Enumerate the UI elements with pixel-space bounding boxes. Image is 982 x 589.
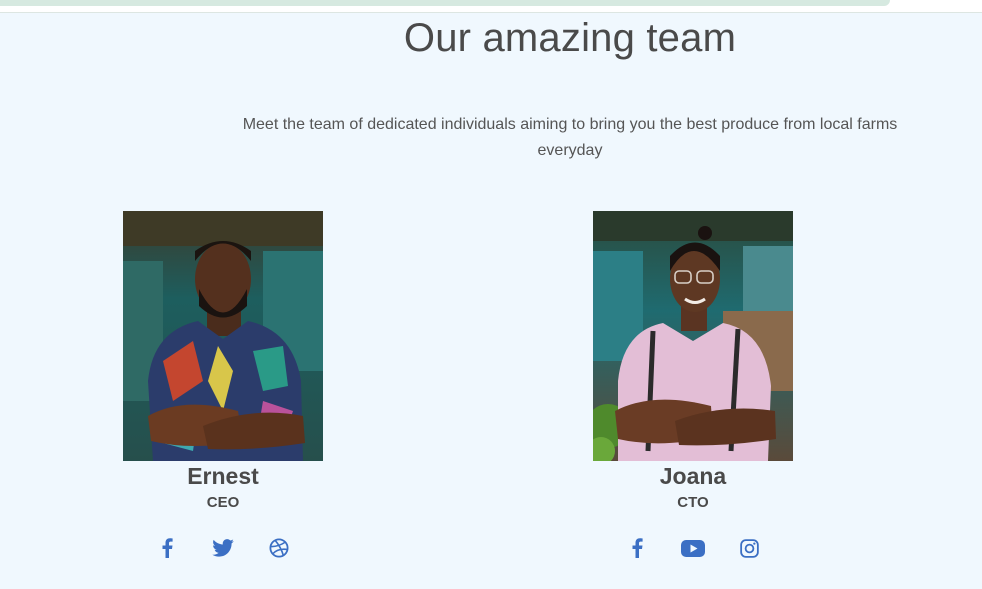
section-title: Our amazing team [403,16,737,60]
member-role: CEO [206,494,240,511]
team-member-card: Ernest CEO [123,211,323,560]
section-subtitle: Meet the team of dedicated individuals a… [242,116,898,159]
member-photo [593,211,793,461]
member-role: CTO [677,494,709,511]
social-links [123,536,323,560]
facebook-icon[interactable] [625,536,649,560]
member-name: Joana [659,463,727,489]
team-member-card: Joana CTO [593,211,793,560]
dribbble-icon[interactable] [267,536,291,560]
member-photo [123,211,323,461]
twitter-icon[interactable] [211,536,235,560]
browser-top-strip [0,0,982,13]
youtube-icon[interactable] [681,536,705,560]
instagram-icon[interactable] [737,536,761,560]
member-name: Ernest [187,463,259,489]
top-bar-highlight [0,0,890,6]
social-links [593,536,793,560]
facebook-icon[interactable] [155,536,179,560]
